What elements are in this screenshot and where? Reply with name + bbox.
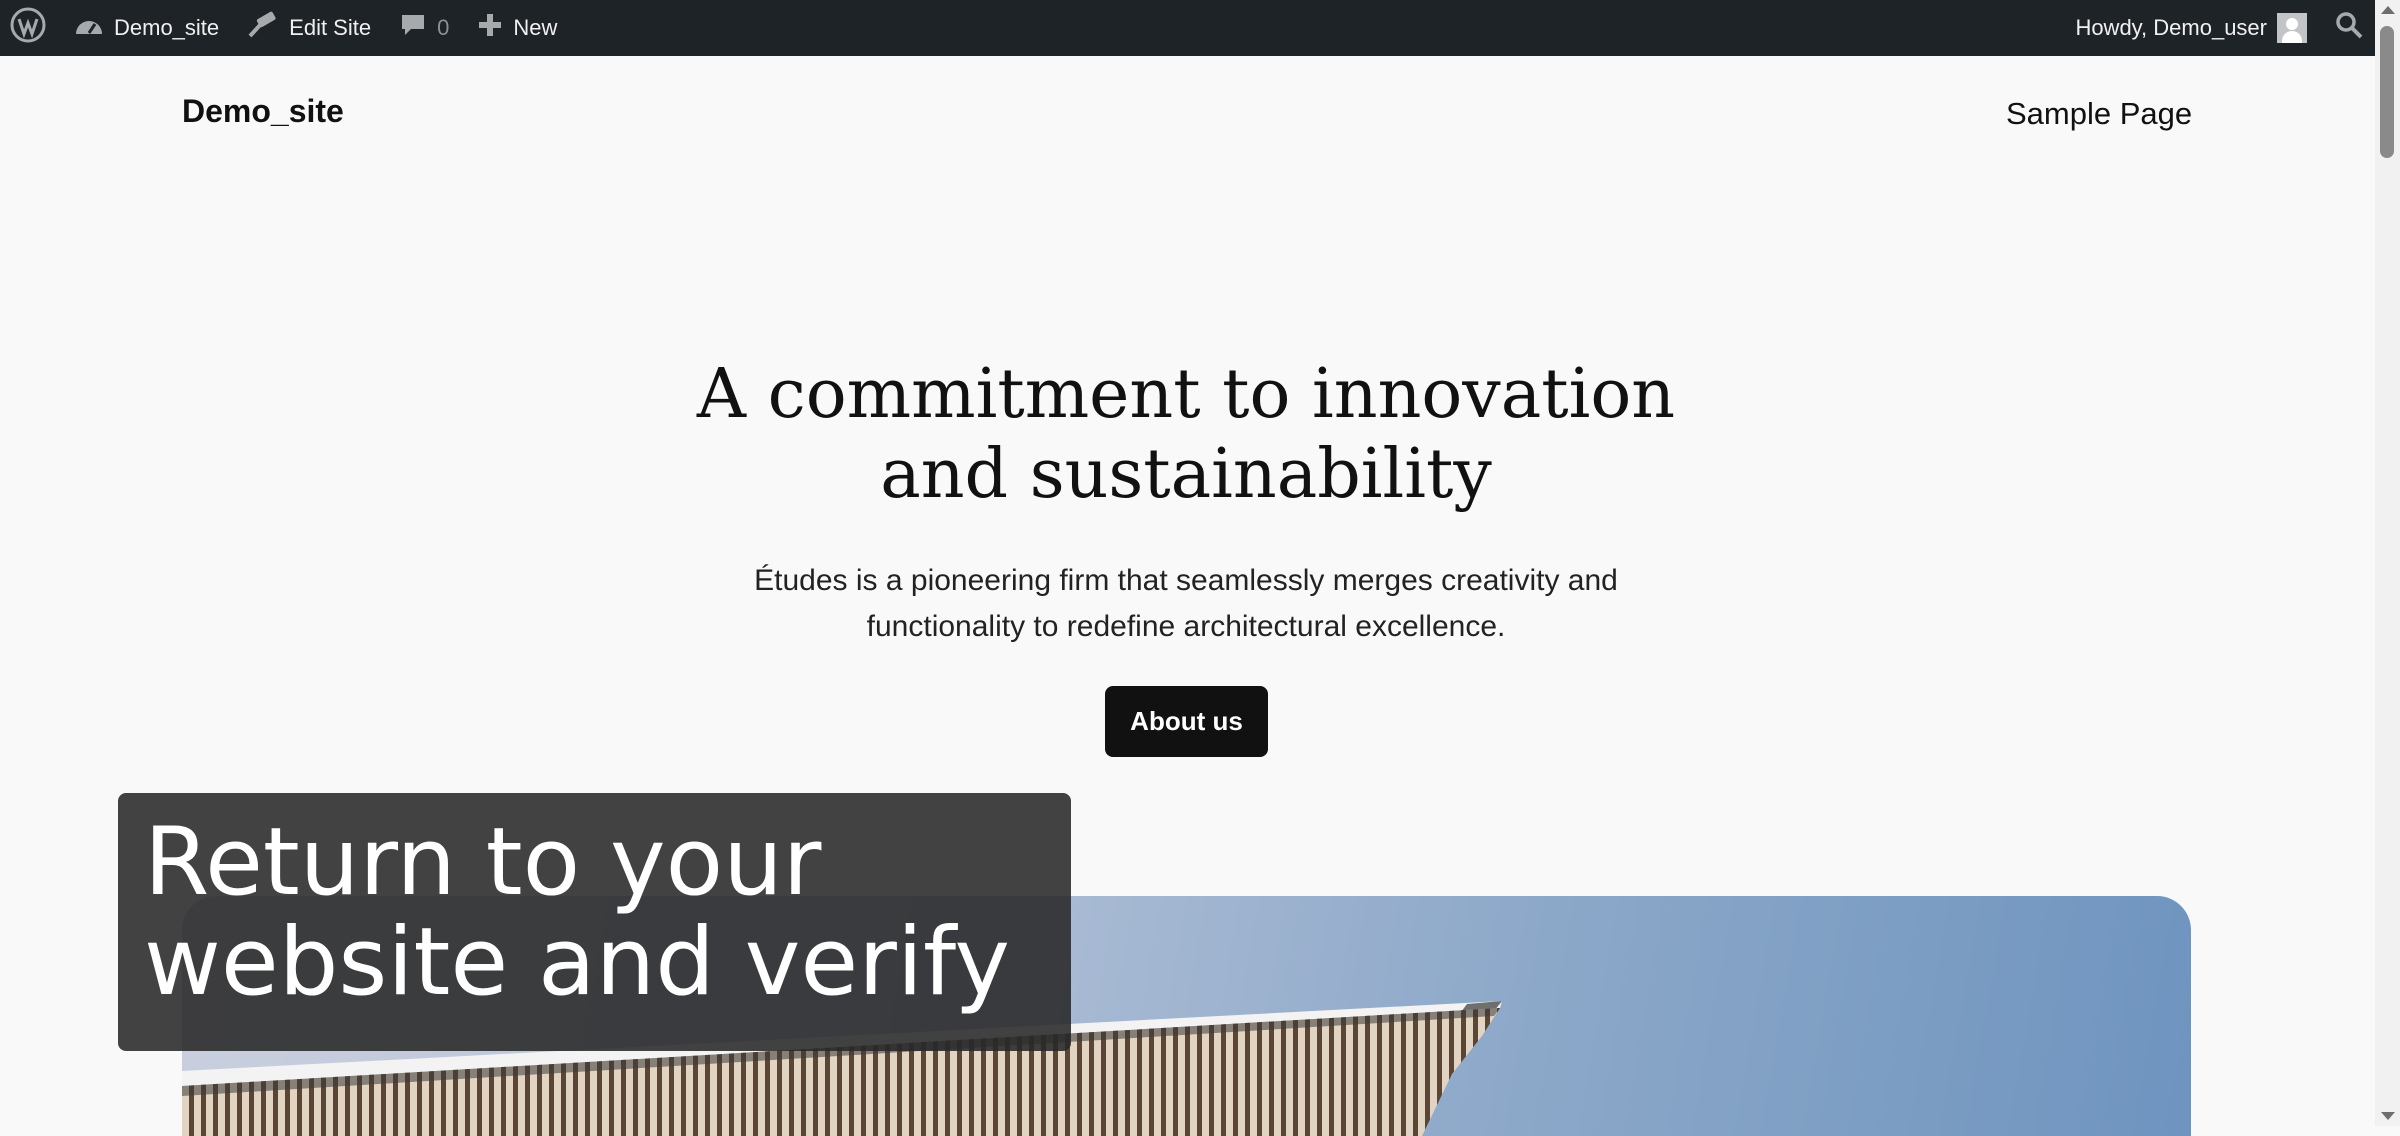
- new-label: New: [513, 15, 558, 40]
- about-us-button[interactable]: About us: [1105, 686, 1268, 757]
- site-title[interactable]: Demo_site: [182, 93, 344, 130]
- overlay-caption-line-2: website and verify: [144, 908, 1011, 1017]
- hero-description-line-2: functionality to redefine architectural …: [866, 610, 1506, 643]
- overlay-caption-text: Return to your website and verify: [144, 813, 1010, 1013]
- dashboard-icon: [74, 12, 104, 44]
- edit-site-link[interactable]: Edit Site: [233, 0, 385, 56]
- scroll-thumb[interactable]: [2380, 26, 2394, 158]
- scroll-up-arrow-icon[interactable]: [2381, 6, 2395, 14]
- hammer-icon: [247, 11, 279, 45]
- comment-icon: [399, 11, 427, 45]
- overlay-caption-line-1: Return to your: [144, 808, 822, 917]
- scroll-down-arrow-icon[interactable]: [2381, 1112, 2395, 1120]
- greeting-text: Howdy, Demo_user: [2075, 15, 2267, 40]
- hero-description: Études is a pioneering firm that seamles…: [660, 558, 1712, 650]
- hero-heading-line-1: A commitment to innovation: [696, 355, 1676, 434]
- comments-count: 0: [437, 15, 450, 40]
- admin-bar: Demo_site Edit Site 0 New Howdy, Demo_us…: [0, 0, 2375, 56]
- plus-icon: [477, 12, 503, 44]
- avatar: [2277, 13, 2307, 43]
- my-account-link[interactable]: Howdy, Demo_user: [2061, 0, 2321, 56]
- hero-description-line-1: Études is a pioneering firm that seamles…: [754, 564, 1618, 597]
- nav-item-sample-page[interactable]: Sample Page: [2006, 96, 2192, 132]
- hero-heading: A commitment to innovation and sustainab…: [600, 355, 1772, 515]
- search-icon: [2335, 11, 2363, 45]
- wordpress-menu[interactable]: [0, 0, 60, 56]
- wordpress-logo-icon: [10, 7, 46, 49]
- hero-heading-line-2: and sustainability: [880, 435, 1492, 514]
- overlay-caption: Return to your website and verify: [118, 793, 1071, 1051]
- admin-search-button[interactable]: [2321, 0, 2375, 56]
- page-scrollbar[interactable]: [2375, 0, 2400, 1126]
- comments-link[interactable]: 0: [385, 0, 463, 56]
- admin-site-link[interactable]: Demo_site: [60, 0, 233, 56]
- admin-site-name: Demo_site: [114, 15, 220, 40]
- new-content-link[interactable]: New: [463, 0, 571, 56]
- edit-site-label: Edit Site: [289, 15, 372, 40]
